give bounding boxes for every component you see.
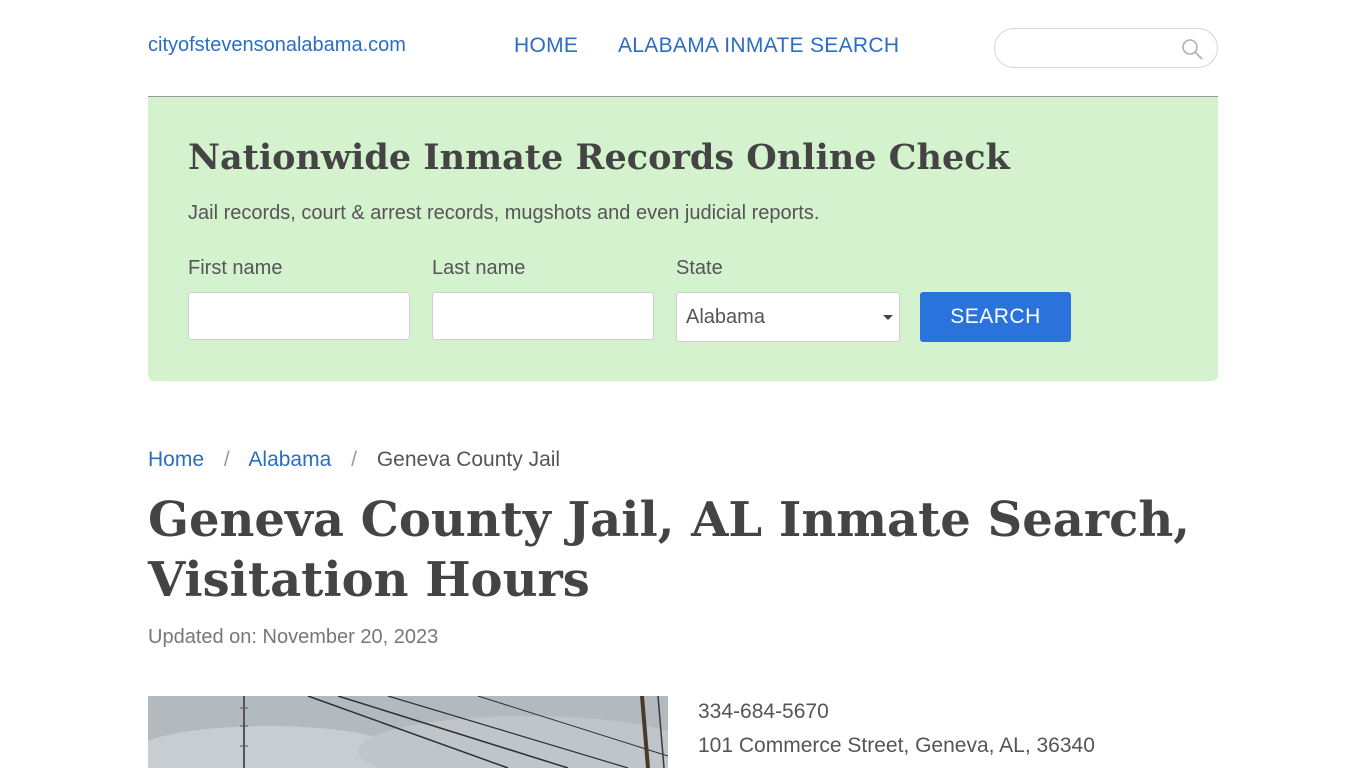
search-button[interactable]: SEARCH	[920, 292, 1071, 342]
header-search-box	[994, 28, 1218, 68]
state-select[interactable]: Alabama	[676, 292, 900, 342]
last-name-input[interactable]	[432, 292, 654, 340]
header-search-input[interactable]	[1009, 37, 1173, 61]
updated-date: Updated on: November 20, 2023	[148, 626, 439, 648]
hero-subtitle: Jail records, court & arrest records, mu…	[188, 202, 820, 224]
state-select-value: Alabama	[686, 306, 765, 328]
facility-photo-image	[148, 696, 668, 768]
breadcrumb: Home / Alabama / Geneva County Jail	[148, 448, 560, 472]
first-name-input[interactable]	[188, 292, 410, 340]
first-name-label: First name	[188, 257, 283, 279]
inmate-search-panel: Nationwide Inmate Records Online Check J…	[148, 97, 1218, 381]
breadcrumb-separator: /	[223, 448, 230, 471]
facility-address: 101 Commerce Street, Geneva, AL, 36340	[698, 734, 1095, 757]
page-title: Geneva County Jail, AL Inmate Search, Vi…	[148, 492, 1190, 608]
breadcrumb-current: Geneva County Jail	[376, 448, 561, 471]
search-icon[interactable]	[1181, 38, 1203, 60]
facility-photo	[148, 696, 668, 768]
last-name-label: Last name	[432, 257, 526, 279]
nav-home[interactable]: HOME	[514, 34, 578, 58]
breadcrumb-home[interactable]: Home	[148, 448, 204, 471]
state-label: State	[676, 257, 723, 279]
breadcrumb-separator: /	[351, 448, 357, 471]
site-header: cityofstevensonalabama.com HOME ALABAMA …	[148, 0, 1218, 97]
caret-down-icon	[883, 315, 893, 320]
nav-alabama-inmate-search[interactable]: ALABAMA INMATE SEARCH	[618, 34, 899, 58]
site-logo-link[interactable]: cityofstevensonalabama.com	[148, 34, 406, 57]
facility-phone: 334-684-5670	[698, 700, 829, 723]
breadcrumb-alabama[interactable]: Alabama	[248, 448, 331, 471]
hero-title: Nationwide Inmate Records Online Check	[188, 137, 1010, 178]
